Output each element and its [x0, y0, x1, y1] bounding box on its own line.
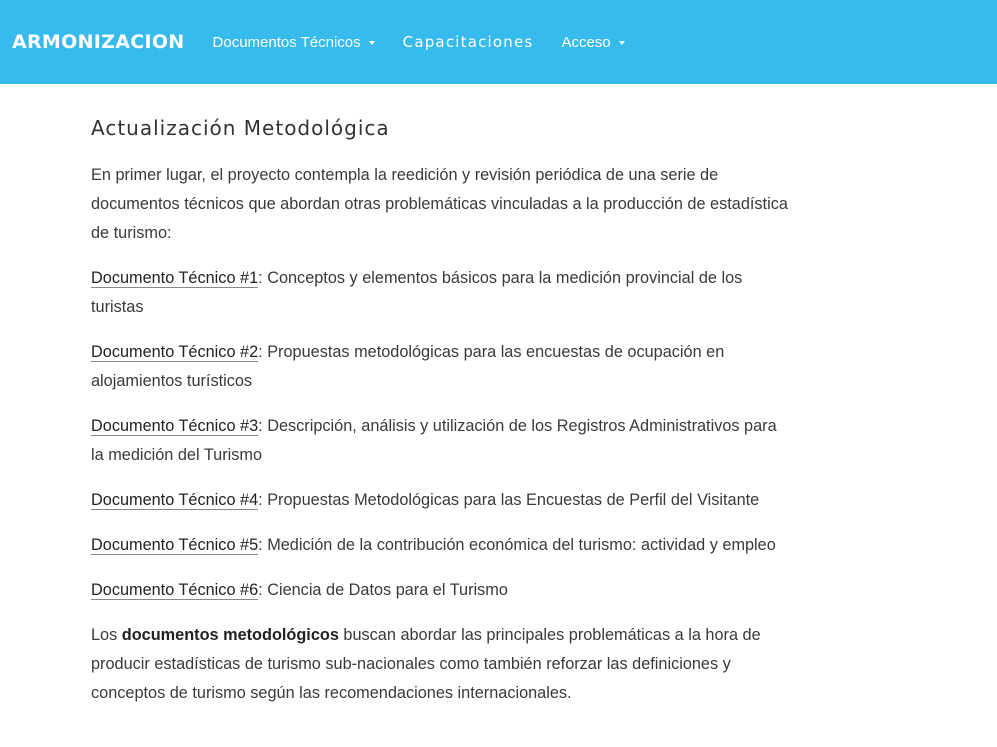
top-navbar: ARMONIZACION Documentos Técnicos Capacit… [0, 0, 997, 84]
doc-item-5: Documento Técnico #5: Medición de la con… [91, 531, 791, 560]
doc-link-6[interactable]: Documento Técnico #6 [91, 581, 259, 600]
doc-item-3: Documento Técnico #3: Descripción, análi… [91, 412, 791, 470]
doc-item-6: Documento Técnico #6: Ciencia de Datos p… [91, 576, 791, 605]
closing-prefix: Los [91, 626, 122, 644]
brand-logo-link[interactable]: ARMONIZACION [12, 31, 185, 53]
intro-paragraph: En primer lugar, el proyecto contempla l… [91, 166, 788, 242]
doc-desc-4: : Propuestas Metodológicas para las Encu… [258, 491, 760, 509]
main-content: Actualización Metodológica En primer lug… [91, 116, 791, 724]
caret-down-icon [368, 41, 375, 45]
page-title: Actualización Metodológica [91, 116, 390, 140]
doc-item-2: Documento Técnico #2: Propuestas metodol… [91, 338, 791, 396]
nav-acceso[interactable]: Acceso [561, 33, 625, 51]
doc-link-1[interactable]: Documento Técnico #1 [91, 269, 259, 288]
doc-desc-5: : Medición de la contribución económica … [258, 536, 776, 554]
doc-link-3[interactable]: Documento Técnico #3 [91, 417, 259, 436]
nav-documentos-tecnicos[interactable]: Documentos Técnicos [213, 34, 375, 51]
doc-link-5[interactable]: Documento Técnico #5 [91, 536, 259, 555]
doc-link-2[interactable]: Documento Técnico #2 [91, 343, 259, 362]
doc-link-4[interactable]: Documento Técnico #4 [91, 491, 259, 510]
doc-desc-6: : Ciencia de Datos para el Turismo [258, 581, 508, 599]
closing-bold-text: documentos metodológicos [121, 626, 339, 644]
closing-paragraph: Los documentos metodológicos buscan abor… [91, 621, 791, 708]
nav-capacitaciones[interactable]: Capacitaciones [403, 33, 534, 51]
nav-capacitaciones-label: Capacitaciones [402, 33, 534, 51]
doc-item-4: Documento Técnico #4: Propuestas Metodol… [91, 486, 811, 515]
nav-documentos-tecnicos-label: Documentos Técnicos [212, 33, 361, 51]
nav-acceso-label: Acceso [561, 33, 611, 51]
caret-down-icon [618, 41, 625, 45]
doc-item-1: Documento Técnico #1: Conceptos y elemen… [91, 264, 791, 322]
